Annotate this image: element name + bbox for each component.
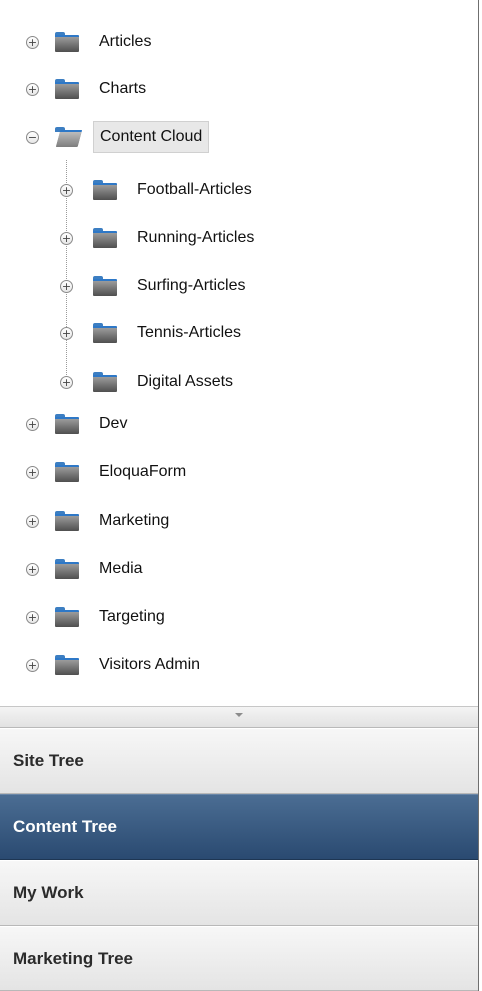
panel-border xyxy=(478,0,479,991)
tab-content-tree[interactable]: Content Tree xyxy=(0,794,478,860)
expand-icon[interactable]: + xyxy=(26,35,39,49)
tree-item-eloquaform[interactable]: + EloquaForm xyxy=(26,452,186,492)
folder-icon xyxy=(55,79,79,99)
tab-label: Content Tree xyxy=(13,817,117,836)
tree-item-media[interactable]: + Media xyxy=(26,549,143,589)
tree-item-label[interactable]: Running-Articles xyxy=(137,229,254,247)
expand-icon[interactable]: + xyxy=(60,231,73,245)
expand-icon[interactable]: + xyxy=(26,658,39,672)
tab-label: Site Tree xyxy=(13,751,84,770)
expand-icon[interactable]: + xyxy=(60,375,73,389)
folder-icon xyxy=(55,511,79,531)
tree-item-targeting[interactable]: + Targeting xyxy=(26,597,165,637)
open-folder-icon xyxy=(55,127,83,147)
expand-icon[interactable]: + xyxy=(60,279,73,293)
folder-icon xyxy=(93,180,117,200)
content-tree: + Articles + Charts − Content Cloud + Fo… xyxy=(0,0,478,706)
expand-icon[interactable]: + xyxy=(26,562,39,576)
folder-icon xyxy=(93,276,117,296)
collapse-icon[interactable]: − xyxy=(26,130,39,144)
tree-item-football-articles[interactable]: + Football-Articles xyxy=(60,170,252,210)
tree-item-label[interactable]: Dev xyxy=(99,415,127,433)
panel-splitter[interactable] xyxy=(0,706,478,728)
tree-item-content-cloud[interactable]: − Content Cloud xyxy=(26,117,210,157)
tree-item-label[interactable]: Tennis-Articles xyxy=(137,324,241,342)
tree-item-visitors-admin[interactable]: + Visitors Admin xyxy=(26,645,200,685)
folder-icon xyxy=(93,323,117,343)
folder-icon xyxy=(55,559,79,579)
tree-item-marketing[interactable]: + Marketing xyxy=(26,501,169,541)
tree-item-label[interactable]: Digital Assets xyxy=(137,373,233,391)
folder-icon xyxy=(55,32,79,52)
tree-item-articles[interactable]: + Articles xyxy=(26,22,151,62)
tab-site-tree[interactable]: Site Tree xyxy=(0,728,478,794)
tree-item-charts[interactable]: + Charts xyxy=(26,69,146,109)
navigation-panel: + Articles + Charts − Content Cloud + Fo… xyxy=(0,0,482,991)
tree-item-tennis-articles[interactable]: + Tennis-Articles xyxy=(60,313,241,353)
expand-icon[interactable]: + xyxy=(60,326,73,340)
folder-icon xyxy=(93,228,117,248)
chevron-down-icon[interactable] xyxy=(235,713,243,717)
tab-label: Marketing Tree xyxy=(13,948,133,968)
tree-item-label[interactable]: Articles xyxy=(99,33,151,51)
tree-item-label[interactable]: Content Cloud xyxy=(93,121,210,153)
tree-item-label[interactable]: Media xyxy=(99,560,143,578)
tab-marketing-tree[interactable]: Marketing Tree xyxy=(0,926,478,991)
folder-icon xyxy=(55,655,79,675)
expand-icon[interactable]: + xyxy=(26,417,39,431)
folder-icon xyxy=(55,607,79,627)
tree-item-label[interactable]: EloquaForm xyxy=(99,463,186,481)
expand-icon[interactable]: + xyxy=(26,514,39,528)
tab-label: My Work xyxy=(13,883,84,902)
tree-item-label[interactable]: Targeting xyxy=(99,608,165,626)
expand-icon[interactable]: + xyxy=(26,82,39,96)
expand-icon[interactable]: + xyxy=(60,183,73,197)
tree-item-dev[interactable]: + Dev xyxy=(26,404,127,444)
tree-item-label[interactable]: Surfing-Articles xyxy=(137,277,245,295)
tree-item-label[interactable]: Football-Articles xyxy=(137,181,252,199)
expand-icon[interactable]: + xyxy=(26,610,39,624)
tree-item-surfing-articles[interactable]: + Surfing-Articles xyxy=(60,266,245,306)
folder-icon xyxy=(55,462,79,482)
tree-item-digital-assets[interactable]: + Digital Assets xyxy=(60,362,233,402)
folder-icon xyxy=(93,372,117,392)
tree-item-label[interactable]: Charts xyxy=(99,80,146,98)
tree-item-label[interactable]: Marketing xyxy=(99,512,169,530)
tree-item-label[interactable]: Visitors Admin xyxy=(99,656,200,674)
tab-my-work[interactable]: My Work xyxy=(0,860,478,926)
expand-icon[interactable]: + xyxy=(26,465,39,479)
tree-item-running-articles[interactable]: + Running-Articles xyxy=(60,218,254,258)
folder-icon xyxy=(55,414,79,434)
